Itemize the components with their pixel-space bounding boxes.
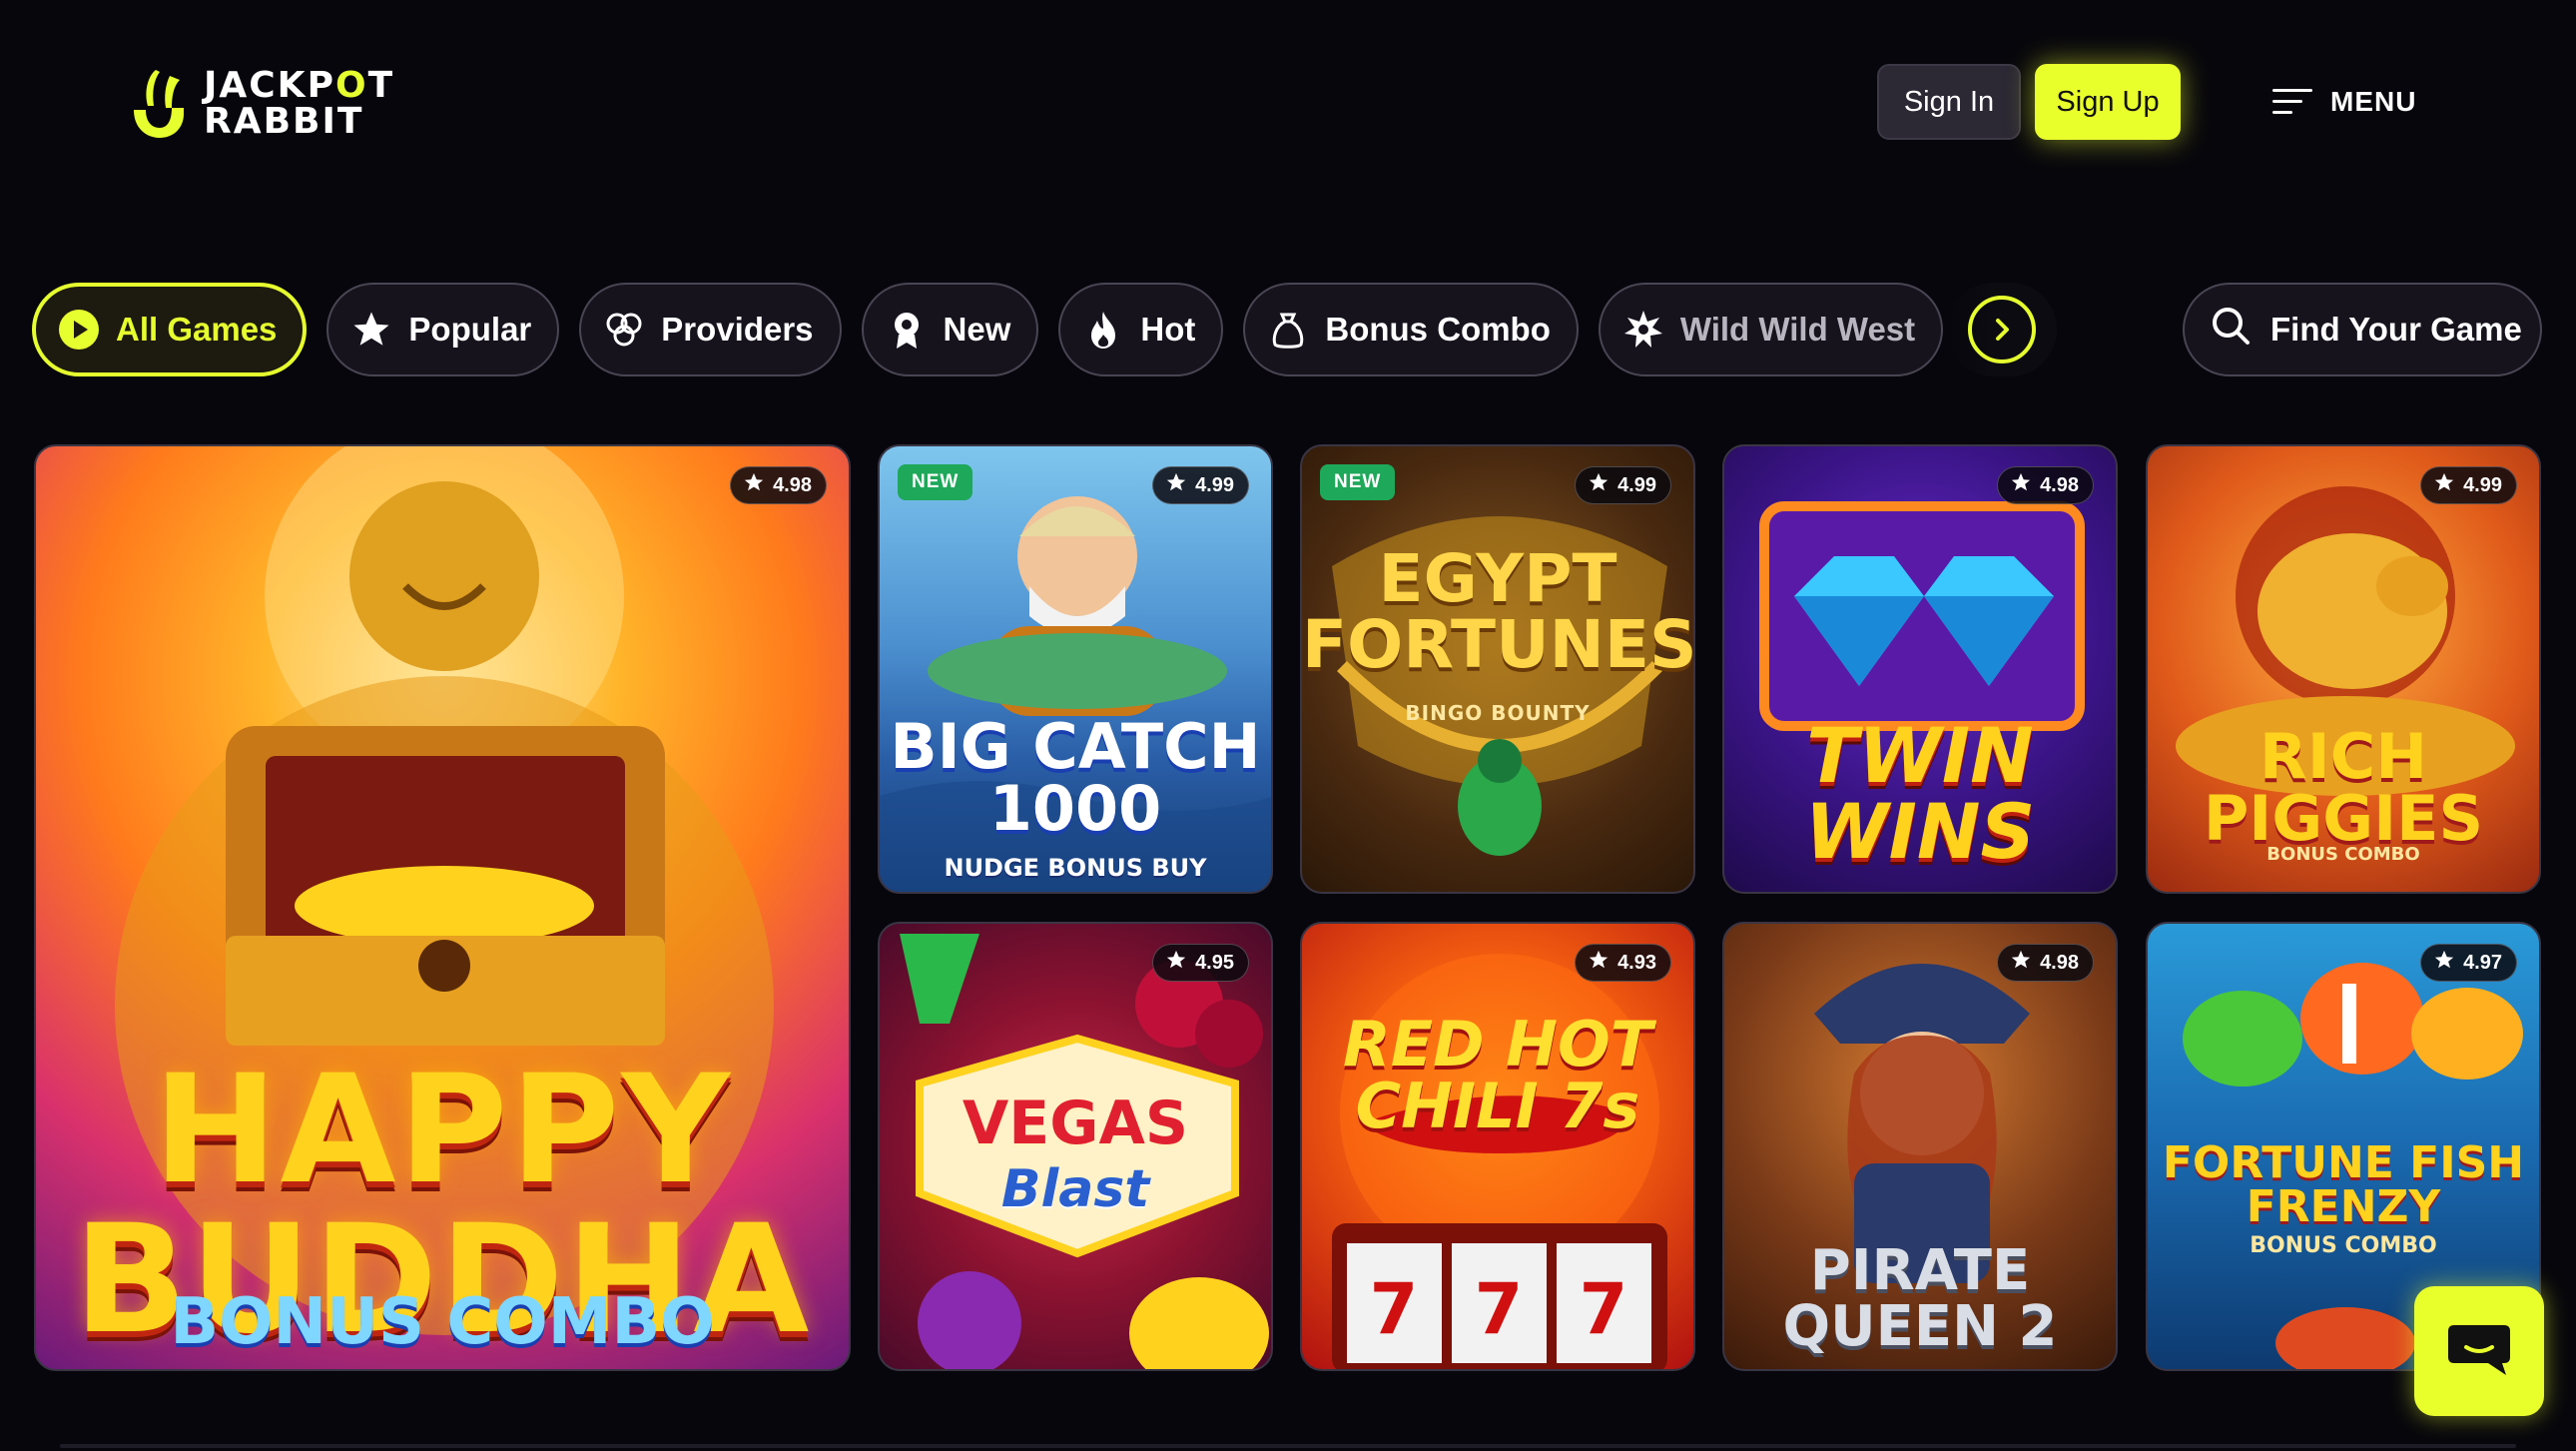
star-icon <box>2010 949 2032 977</box>
category-label: Providers <box>661 311 814 348</box>
star-icon <box>2433 949 2455 977</box>
game-tile-red-hot-chili-7s[interactable]: 7 7 7 4.93 RED HOT CHILI 7s <box>1300 922 1695 1371</box>
star-icon <box>1588 471 1610 499</box>
category-new[interactable]: New <box>861 283 1039 376</box>
new-badge: NEW <box>1320 464 1396 500</box>
category-bonus-combo[interactable]: Bonus Combo <box>1243 283 1579 376</box>
game-subtitle: Blast <box>1000 1159 1150 1219</box>
game-tile-egypt-fortunes[interactable]: NEW 4.99 EGYPT FORTUNES BINGO BOUNTY <box>1300 444 1695 894</box>
rating-badge: 4.99 <box>1152 466 1249 504</box>
svg-text:7: 7 <box>1475 1268 1524 1350</box>
star-icon <box>1165 471 1187 499</box>
svg-text:7: 7 <box>1370 1268 1419 1350</box>
category-label: Hot <box>1140 311 1196 348</box>
game-tile-big-catch-1000[interactable]: NEW 4.99 BIG CATCH 1000 NUDGE BONUS BUY <box>878 444 1273 894</box>
rating-value: 4.99 <box>1195 473 1234 496</box>
star-icon <box>1588 949 1610 977</box>
game-title: EGYPT FORTUNES <box>1302 540 1695 683</box>
rating-badge: 4.98 <box>730 466 827 504</box>
category-hot[interactable]: Hot <box>1058 283 1224 376</box>
game-title: FORTUNE FISH FRENZY <box>2162 1137 2525 1232</box>
money-bag-icon <box>1267 309 1309 351</box>
rating-value: 4.97 <box>2463 951 2502 974</box>
providers-icon <box>603 309 645 351</box>
find-your-game-button[interactable]: Find Your Game <box>2183 283 2542 376</box>
game-title: TWIN WINS <box>1804 711 2036 876</box>
rating-badge: 4.95 <box>1152 944 1249 982</box>
category-label: Popular <box>408 311 532 348</box>
category-label: New <box>943 311 1011 348</box>
rating-value: 4.93 <box>1617 951 1656 974</box>
rating-badge: 4.98 <box>1997 466 2094 504</box>
category-bar: All Games Popular Providers New Hot Bonu… <box>32 283 1944 376</box>
game-subtitle: BONUS COMBO <box>170 1285 715 1359</box>
logo-text: JACKPOT RABBIT <box>204 65 395 142</box>
star-icon <box>743 471 765 499</box>
flame-icon <box>1082 309 1124 351</box>
game-title: RED HOT CHILI 7s <box>1342 1008 1653 1142</box>
chat-bubble-icon <box>2444 1319 2514 1384</box>
game-subtitle: NUDGE BONUS BUY <box>944 854 1207 882</box>
category-label: Bonus Combo <box>1325 311 1551 348</box>
new-badge: NEW <box>898 464 973 500</box>
rating-value: 4.98 <box>773 473 812 496</box>
categories-next-button[interactable] <box>1947 283 2057 376</box>
jackpot-rabbit-logo[interactable]: JACKPOT RABBIT <box>126 64 425 144</box>
star-icon <box>2010 471 2032 499</box>
game-tile-rich-piggies[interactable]: 4.99 RICH PIGGIES BONUS COMBO <box>2146 444 2541 894</box>
play-icon <box>58 309 100 351</box>
rating-badge: 4.99 <box>1575 466 1671 504</box>
rating-value: 4.99 <box>2463 473 2502 496</box>
game-subtitle: BONUS COMBO <box>2266 844 2420 865</box>
category-wild-wild-west[interactable]: Wild Wild West <box>1598 283 1944 376</box>
find-your-game-label: Find Your Game <box>2270 311 2522 348</box>
star-icon <box>350 309 392 351</box>
category-providers[interactable]: Providers <box>579 283 842 376</box>
rating-badge: 4.98 <box>1997 944 2094 982</box>
category-label: Wild Wild West <box>1679 311 1916 348</box>
game-subtitle: BONUS COMBO <box>2250 1233 2437 1258</box>
sign-up-button[interactable]: Sign Up <box>2035 64 2181 140</box>
chili-reels-artwork: 7 7 7 <box>1332 954 1667 1369</box>
game-tile-vegas-blast[interactable]: 4.95 VEGAS Blast <box>878 922 1273 1371</box>
svg-text:7: 7 <box>1580 1268 1628 1350</box>
rating-value: 4.98 <box>2040 473 2079 496</box>
category-popular[interactable]: Popular <box>326 283 560 376</box>
menu-button[interactable]: MENU <box>2272 82 2416 122</box>
star-icon <box>1165 949 1187 977</box>
game-tile-happy-buddha[interactable]: 4.98 HAPPY BUDDHA BONUS COMBO <box>34 444 851 1371</box>
game-title: VEGAS <box>962 1088 1189 1158</box>
sheriff-star-icon <box>1622 309 1664 351</box>
game-subtitle: BINGO BOUNTY <box>1405 701 1591 725</box>
page-divider <box>60 1444 2516 1448</box>
rating-badge: 4.93 <box>1575 944 1671 982</box>
category-all-games[interactable]: All Games <box>32 283 308 376</box>
game-title: PIRATE QUEEN 2 <box>1782 1238 2058 1359</box>
rabbit-ears-icon <box>126 66 192 142</box>
game-title: BIG CATCH 1000 <box>890 710 1261 845</box>
game-tile-twin-wins[interactable]: 4.98 TWIN WINS <box>1722 444 2118 894</box>
rating-badge: 4.97 <box>2420 944 2517 982</box>
sign-in-button[interactable]: Sign In <box>1877 64 2021 140</box>
chevron-right-icon <box>1968 296 2036 363</box>
star-icon <box>2433 471 2455 499</box>
live-chat-button[interactable] <box>2414 1286 2544 1416</box>
search-icon <box>2211 306 2251 354</box>
rating-value: 4.99 <box>1617 473 1656 496</box>
menu-label: MENU <box>2330 86 2417 117</box>
game-tile-pirate-queen-2[interactable]: 4.98 PIRATE QUEEN 2 <box>1722 922 2118 1371</box>
hamburger-icon <box>2272 89 2312 115</box>
category-label: All Games <box>116 311 278 348</box>
rating-badge: 4.99 <box>2420 466 2517 504</box>
badge-icon <box>886 309 928 351</box>
rating-value: 4.95 <box>1195 951 1234 974</box>
game-title: RICH PIGGIES <box>2203 720 2484 855</box>
rating-value: 4.98 <box>2040 951 2079 974</box>
